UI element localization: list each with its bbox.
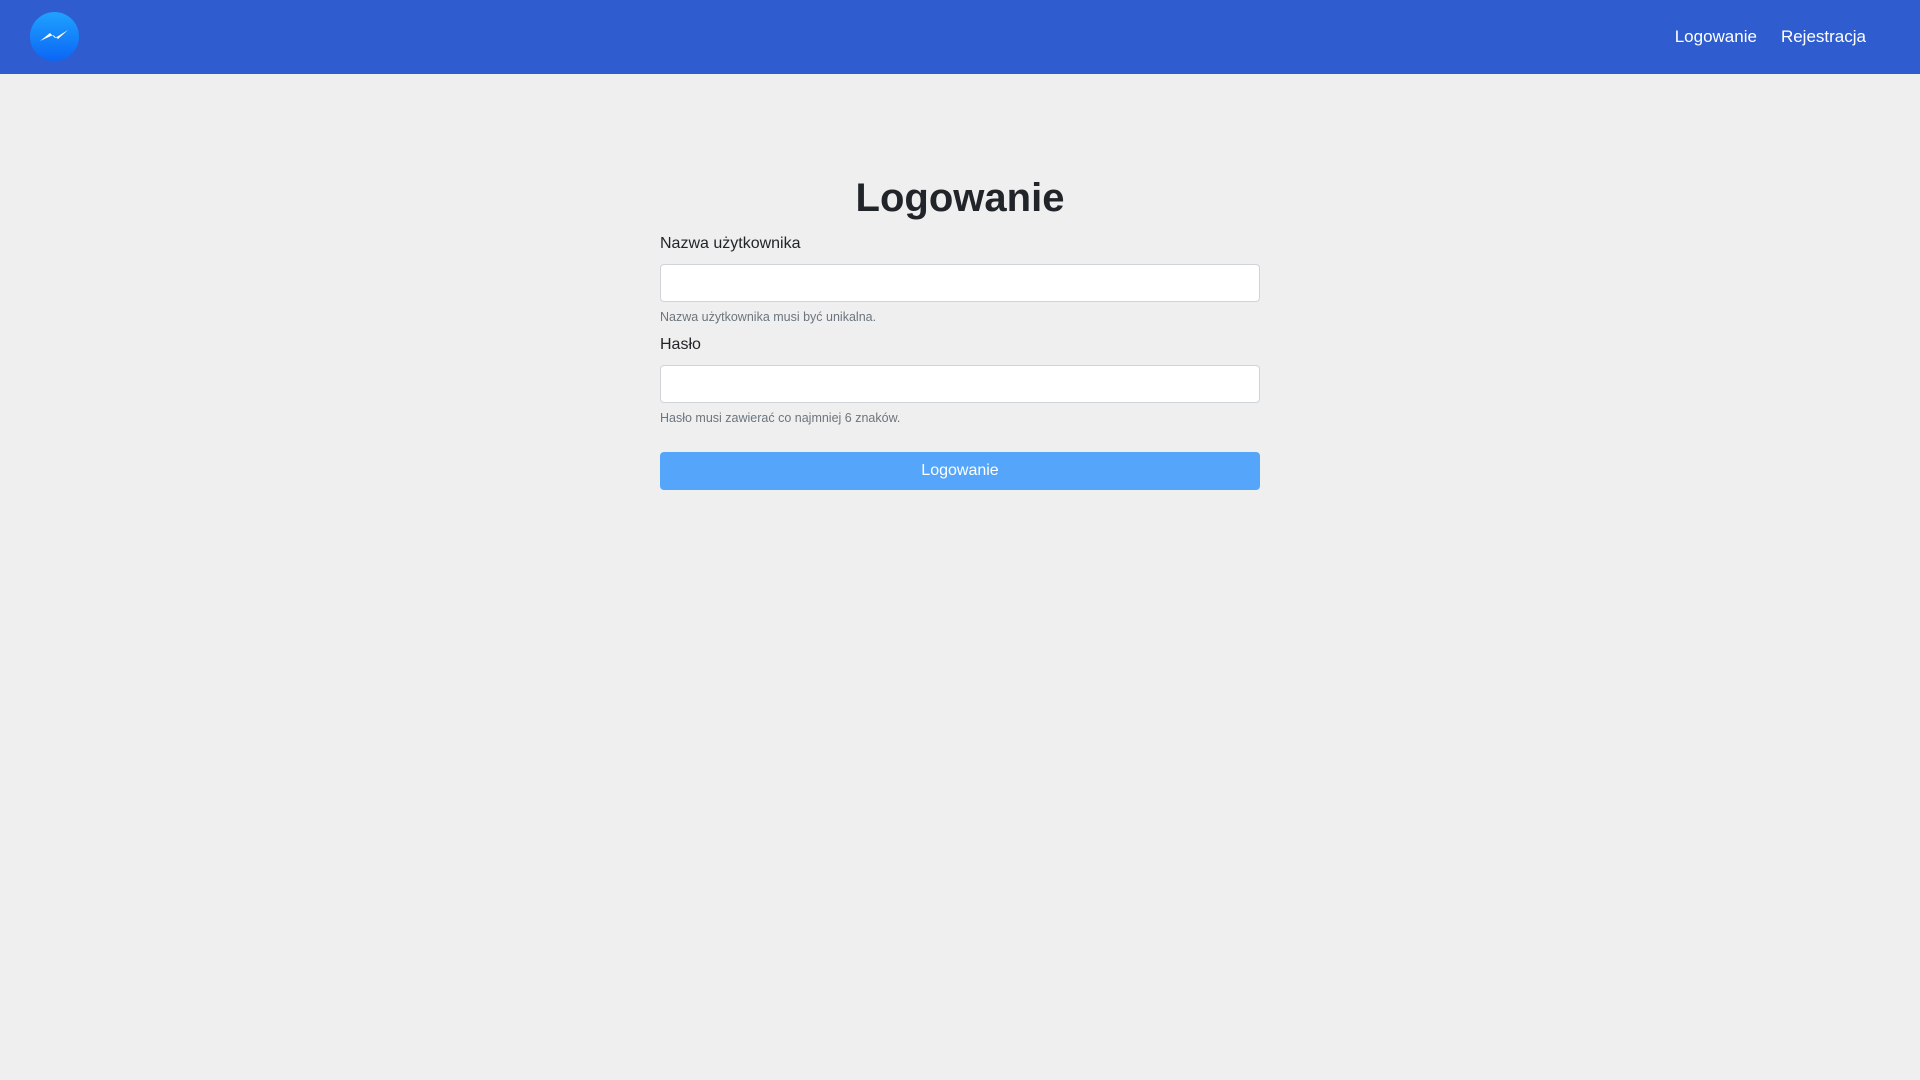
- messenger-icon[interactable]: [30, 12, 79, 61]
- nav-register-link[interactable]: Rejestracja: [1781, 26, 1866, 48]
- nav-links: Logowanie Rejestracja: [1675, 26, 1866, 48]
- password-field[interactable]: [660, 365, 1260, 403]
- page-title: Logowanie: [855, 176, 1065, 220]
- username-label: Nazwa użytkownika: [660, 235, 801, 252]
- login-submit-button[interactable]: Logowanie: [660, 452, 1260, 490]
- username-field[interactable]: [660, 264, 1260, 302]
- top-navbar: Logowanie Rejestracja: [0, 0, 1920, 74]
- password-label: Hasło: [660, 336, 701, 353]
- lightning-bolt-icon: [40, 30, 68, 41]
- password-help-text: Hasło musi zawierać co najmniej 6 znaków…: [660, 411, 901, 425]
- nav-login-link[interactable]: Logowanie: [1675, 26, 1757, 48]
- login-form: Logowanie Nazwa użytkownika Nazwa użytko…: [660, 172, 1260, 490]
- username-help-text: Nazwa użytkownika musi być unikalna.: [660, 310, 877, 324]
